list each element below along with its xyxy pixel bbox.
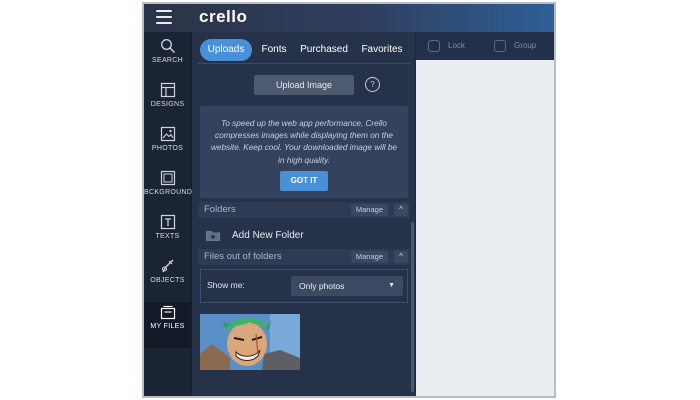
- background-icon: [160, 170, 175, 186]
- sidebar-item-designs[interactable]: DESIGNS: [144, 82, 191, 126]
- lock-button[interactable]: Lock: [428, 38, 480, 54]
- tab-purchased[interactable]: Purchased: [296, 39, 352, 61]
- notice-text: To speed up the web app performance, Cre…: [210, 119, 397, 165]
- uploaded-image-thumbnail[interactable]: [200, 314, 300, 370]
- file-type-select[interactable]: Only photos ▼: [291, 276, 403, 296]
- chevron-down-icon: ▼: [388, 282, 395, 289]
- files-panel: Uploads Fonts Purchased Favorites Upload…: [192, 32, 415, 396]
- sidebar-item-label: MY FILES: [150, 323, 185, 330]
- search-icon: [160, 39, 175, 53]
- files-manage-button[interactable]: Manage: [350, 251, 388, 263]
- sidebar-item-label: PHOTOS: [151, 145, 184, 152]
- left-sidebar: SEARCH DESIGNS PHOTOS BCKGROUND TEXTS OB…: [144, 32, 193, 396]
- sidebar-item-texts[interactable]: TEXTS: [144, 214, 191, 258]
- sidebar-item-label: DESIGNS: [150, 101, 185, 108]
- anime-character-image: [200, 314, 300, 370]
- files-collapse-button[interactable]: ^: [394, 251, 408, 263]
- sidebar-item-label: BCKGROUND: [144, 189, 193, 196]
- hamburger-menu-icon[interactable]: [156, 10, 172, 24]
- sidebar-item-label: TEXTS: [155, 233, 180, 240]
- sidebar-item-search[interactable]: SEARCH: [144, 38, 191, 82]
- panel-scrollbar[interactable]: [411, 222, 414, 392]
- objects-icon: [161, 259, 173, 273]
- app-window: crello SEARCH DESIGNS PHOTOS BCKGROUND T…: [142, 2, 556, 398]
- design-canvas[interactable]: [416, 60, 554, 396]
- group-icon: [494, 40, 506, 52]
- tab-favorites[interactable]: Favorites: [356, 39, 408, 61]
- app-logo: crello: [199, 7, 248, 26]
- lock-label: Lock: [448, 41, 465, 50]
- sidebar-item-objects[interactable]: OBJECTS: [144, 258, 191, 302]
- panel-tabs: Uploads Fonts Purchased Favorites: [198, 39, 410, 64]
- files-title: Files out of folders: [204, 251, 282, 262]
- layout-icon: [160, 82, 175, 98]
- sidebar-item-photos[interactable]: PHOTOS: [144, 126, 191, 170]
- folders-manage-button[interactable]: Manage: [350, 204, 388, 216]
- group-button[interactable]: Group: [494, 38, 550, 54]
- sidebar-item-background[interactable]: BCKGROUND: [144, 170, 193, 214]
- lock-icon: [428, 40, 440, 52]
- folders-header: Folders Manage ^: [198, 202, 410, 218]
- files-header: Files out of folders Manage ^: [198, 249, 410, 265]
- folders-title: Folders: [204, 204, 236, 215]
- image-icon: [160, 126, 175, 142]
- sidebar-item-label: SEARCH: [152, 57, 183, 64]
- tab-uploads[interactable]: Uploads: [200, 39, 252, 61]
- folder-icon: [206, 231, 220, 241]
- compression-notice: To speed up the web app performance, Cre…: [200, 106, 408, 198]
- folders-collapse-button[interactable]: ^: [394, 204, 408, 216]
- help-icon[interactable]: ?: [365, 77, 380, 92]
- group-label: Group: [514, 41, 537, 50]
- top-bar: crello: [144, 4, 554, 32]
- files-icon: [160, 305, 175, 320]
- got-it-button[interactable]: GOT IT: [280, 171, 328, 191]
- show-me-label: Show me:: [207, 280, 245, 290]
- sidebar-item-label: OBJECTS: [150, 277, 185, 284]
- tab-fonts[interactable]: Fonts: [256, 39, 292, 61]
- upload-image-button[interactable]: Upload Image: [254, 75, 354, 95]
- file-filter: Show me: Only photos ▼: [200, 269, 408, 303]
- text-icon: [160, 214, 175, 230]
- selected-option: Only photos: [299, 281, 345, 291]
- canvas-toolbar: Lock Group: [416, 32, 554, 60]
- sidebar-item-my-files[interactable]: MY FILES: [144, 302, 191, 348]
- add-new-folder-label: Add New Folder: [232, 230, 304, 241]
